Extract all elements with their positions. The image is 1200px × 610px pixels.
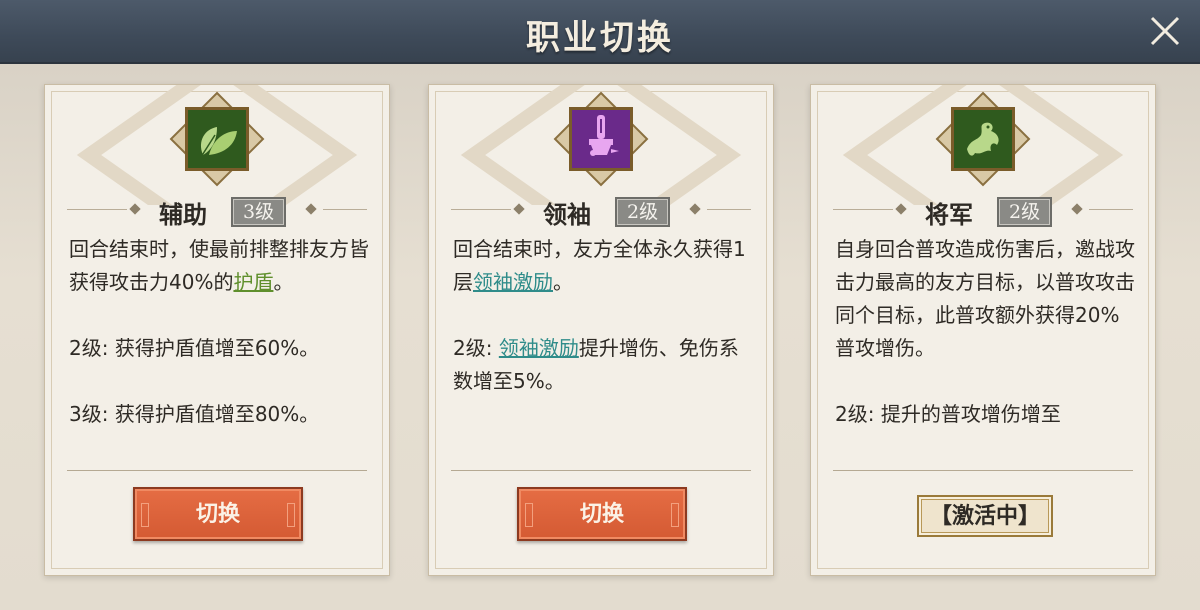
class-description: 回合结束时，友方全体永久获得1层领袖激励。 2级: 领袖激励提升增伤、免伤系数增…: [453, 233, 755, 473]
divider-line: [451, 209, 511, 210]
title-bar: 职业切换: [0, 0, 1200, 64]
class-card-leader: 领袖 2级 回合结束时，友方全体永久获得1层领袖激励。 2级: 领袖激励提升增伤…: [428, 84, 774, 576]
class-title-row: 领袖 2级: [429, 195, 773, 229]
level-3-text: 3级: 获得护盾值增至80%。: [69, 402, 320, 426]
desc-text: 。: [553, 270, 573, 294]
class-card-support: 辅助 3级 回合结束时，使最前排整排友方皆获得攻击力40%的护盾。 2级: 获得…: [44, 84, 390, 576]
desc-text: 2级:: [453, 336, 499, 360]
diamond-ornament-icon: [895, 203, 907, 215]
diamond-ornament-icon: [305, 203, 317, 215]
card-divider: [833, 470, 1133, 471]
class-title-row: 辅助 3级: [45, 195, 389, 229]
banner-icon: [589, 115, 619, 156]
diamond-ornament-icon: [129, 203, 141, 215]
page-title: 职业切换: [526, 18, 674, 58]
divider-line: [707, 209, 751, 210]
level-badge: 2级: [615, 197, 671, 227]
active-status-badge: 【激活中】: [917, 495, 1053, 537]
desc-text: 。: [273, 270, 294, 294]
card-divider: [451, 470, 751, 471]
desc-text: 回合结束时，使最前排整排友方皆获得攻击力40%的: [69, 237, 369, 294]
leaf-icon: [200, 127, 237, 158]
level-2-text: 2级: 获得护盾值增至60%。: [69, 336, 320, 360]
level-badge: 3级: [231, 197, 287, 227]
class-description: 自身回合普攻造成伤害后，邀战攻击力最高的友方目标，以普攻攻击同个目标，此普攻额外…: [835, 233, 1137, 473]
dragon-icon: [967, 122, 999, 156]
class-card-general: 将军 2级 自身回合普攻造成伤害后，邀战攻击力最高的友方目标，以普攻攻击同个目标…: [810, 84, 1156, 576]
divider-line: [323, 209, 367, 210]
class-title-row: 将军 2级: [811, 195, 1155, 229]
card-divider: [67, 470, 367, 471]
divider-line: [833, 209, 893, 210]
level-badge: 2级: [997, 197, 1053, 227]
level-2-text: 2级: 提升的普攻增伤增至: [835, 402, 1061, 426]
diamond-ornament-icon: [1071, 203, 1083, 215]
class-name: 辅助: [159, 200, 207, 229]
desc-text: 自身回合普攻造成伤害后，邀战攻击力最高的友方目标，以普攻攻击同个目标，此普攻额外…: [835, 237, 1135, 360]
switch-button[interactable]: 切换: [133, 487, 303, 541]
divider-line: [67, 209, 127, 210]
class-name: 将军: [925, 200, 973, 229]
keyword-link-leader-inspire[interactable]: 领袖激励: [499, 336, 579, 360]
keyword-link-leader-inspire[interactable]: 领袖激励: [473, 270, 553, 294]
class-description: 回合结束时，使最前排整排友方皆获得攻击力40%的护盾。 2级: 获得护盾值增至6…: [69, 233, 371, 473]
close-icon[interactable]: [1148, 14, 1182, 48]
class-name: 领袖: [543, 200, 591, 229]
keyword-link-shield[interactable]: 护盾: [233, 270, 273, 294]
diamond-ornament-icon: [689, 203, 701, 215]
divider-line: [1089, 209, 1133, 210]
diamond-ornament-icon: [513, 203, 525, 215]
switch-button[interactable]: 切换: [517, 487, 687, 541]
